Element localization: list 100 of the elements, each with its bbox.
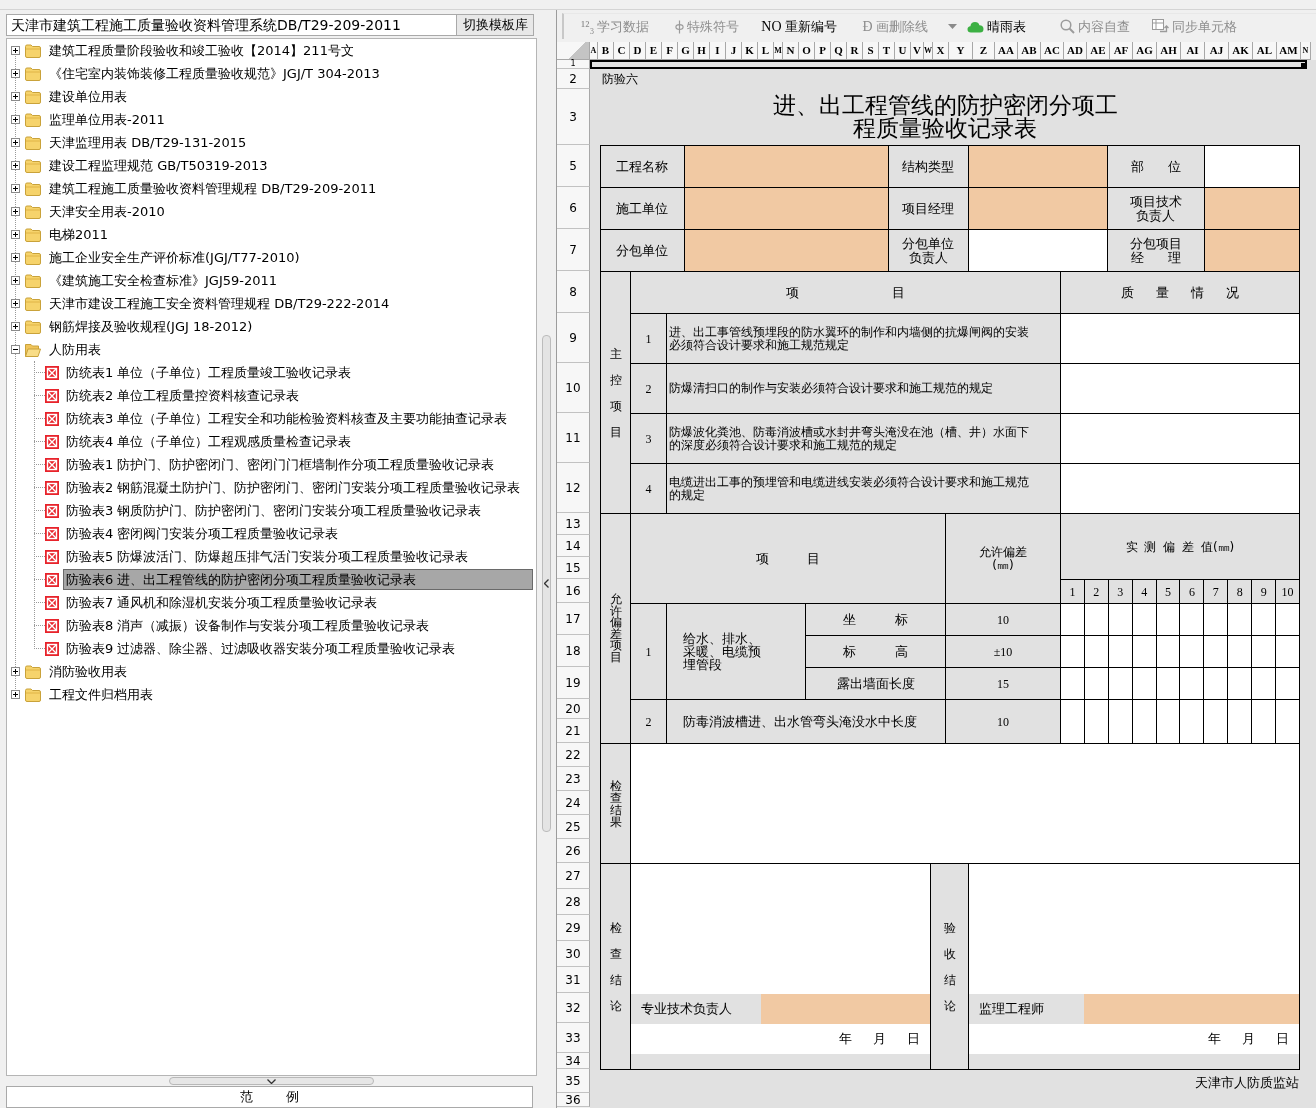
column-header[interactable]: Y bbox=[949, 42, 973, 60]
column-header[interactable]: K bbox=[742, 42, 758, 60]
tree-item[interactable]: 防统表2 单位工程质量控资料核查记录表 bbox=[63, 385, 303, 406]
row-header[interactable]: 26 bbox=[557, 839, 590, 863]
column-header[interactable]: G bbox=[678, 42, 694, 60]
tree-item[interactable]: 防验表5 防爆波活门、防爆超压排气活门安装分项工程质量验收记录表 bbox=[63, 546, 472, 567]
input-cell[interactable] bbox=[1205, 230, 1300, 272]
tree-item[interactable]: 建设工程监理规范 GB/T50319-2013 bbox=[46, 155, 271, 176]
splitter-handle[interactable] bbox=[169, 1077, 374, 1085]
tree-item[interactable]: 防验表4 密闭阀门安装分项工程质量验收记录表 bbox=[63, 523, 342, 544]
measurement-field[interactable] bbox=[1061, 668, 1085, 700]
measurement-field[interactable] bbox=[1180, 604, 1205, 636]
expand-icon[interactable] bbox=[11, 69, 20, 78]
row-header[interactable]: 19 bbox=[557, 667, 590, 699]
row-header[interactable]: 29 bbox=[557, 915, 590, 941]
expand-icon[interactable] bbox=[11, 184, 20, 193]
column-header[interactable]: AI bbox=[1181, 42, 1205, 60]
measurement-field[interactable] bbox=[1204, 636, 1229, 668]
switch-template-button[interactable]: 切换模板库 bbox=[457, 14, 534, 36]
tree-item[interactable]: 建筑工程质量阶段验收和竣工验收【2014】211号文 bbox=[46, 40, 357, 61]
column-header[interactable]: O bbox=[799, 42, 815, 60]
column-header[interactable]: E bbox=[646, 42, 662, 60]
measurement-field[interactable] bbox=[1180, 668, 1205, 700]
row-header[interactable]: 13 bbox=[557, 513, 590, 535]
column-header[interactable]: AG bbox=[1133, 42, 1157, 60]
measurement-field[interactable] bbox=[1204, 700, 1229, 744]
expand-icon[interactable] bbox=[11, 690, 20, 699]
row-header[interactable]: 31 bbox=[557, 967, 590, 993]
toolbar-button[interactable]: NO 重新编号 bbox=[758, 15, 840, 38]
column-header[interactable]: I bbox=[710, 42, 726, 60]
conclusion-field[interactable] bbox=[631, 864, 931, 994]
expand-icon[interactable] bbox=[11, 161, 20, 170]
tree-item[interactable]: 钢筋焊接及验收规程(JGJ 18-2012) bbox=[46, 316, 256, 337]
column-header[interactable]: Q bbox=[831, 42, 847, 60]
input-cell[interactable] bbox=[1061, 364, 1300, 414]
row-header[interactable]: 28 bbox=[557, 889, 590, 915]
input-cell[interactable] bbox=[1205, 146, 1300, 188]
column-header[interactable]: AM bbox=[1277, 42, 1301, 60]
input-cell[interactable] bbox=[969, 188, 1108, 230]
row-header[interactable]: 3 bbox=[557, 89, 590, 145]
column-header[interactable]: X bbox=[933, 42, 949, 60]
measurement-field[interactable] bbox=[1108, 604, 1133, 636]
row-header[interactable]: 16 bbox=[557, 579, 590, 603]
tree-item[interactable]: 建筑工程施工质量验收资料管理规程 DB/T29-209-2011 bbox=[46, 178, 380, 199]
signature-field[interactable] bbox=[761, 994, 931, 1024]
measurement-field[interactable] bbox=[1084, 604, 1109, 636]
tree-item[interactable]: 天津市建设工程施工安全资料管理规程 DB/T29-222-2014 bbox=[46, 293, 393, 314]
row-header[interactable]: 11 bbox=[557, 413, 590, 463]
tree-item[interactable]: 监理单位用表-2011 bbox=[46, 109, 168, 130]
row-header[interactable]: 36 bbox=[557, 1093, 590, 1107]
measurement-field[interactable] bbox=[1252, 636, 1277, 668]
row-header[interactable]: 5 bbox=[557, 145, 590, 187]
expand-icon[interactable] bbox=[11, 115, 20, 124]
input-cell[interactable] bbox=[1061, 314, 1300, 364]
tree-item[interactable]: 电梯2011 bbox=[46, 224, 112, 245]
toolbar-button[interactable]: 晴雨表 bbox=[963, 15, 1029, 38]
measurement-field[interactable] bbox=[1228, 604, 1253, 636]
measurement-field[interactable] bbox=[1252, 604, 1277, 636]
row-header[interactable]: 32 bbox=[557, 993, 590, 1023]
tree-item[interactable]: 防验表3 钢质防护门、防护密闭门、密闭门安装分项工程质量验收记录表 bbox=[63, 500, 485, 521]
measurement-field[interactable] bbox=[1156, 604, 1181, 636]
tree-item[interactable]: 防验表6 进、出工程管线的防护密闭分项工程质量验收记录表 bbox=[63, 569, 533, 590]
measurement-field[interactable] bbox=[1132, 668, 1157, 700]
column-header[interactable]: D bbox=[630, 42, 646, 60]
row-header[interactable]: 6 bbox=[557, 187, 590, 229]
input-cell[interactable] bbox=[685, 146, 889, 188]
column-header[interactable]: V bbox=[911, 42, 924, 60]
column-header[interactable]: T bbox=[879, 42, 895, 60]
measurement-field[interactable] bbox=[1132, 604, 1157, 636]
column-header[interactable]: AD bbox=[1064, 42, 1087, 60]
column-header[interactable]: F bbox=[662, 42, 678, 60]
tree-item[interactable]: 防验表9 过滤器、除尘器、过滤吸收器安装分项工程质量验收记录表 bbox=[63, 638, 459, 659]
column-header[interactable]: AA bbox=[995, 42, 1018, 60]
input-cell[interactable] bbox=[969, 146, 1108, 188]
input-cell[interactable] bbox=[685, 230, 889, 272]
measurement-field[interactable] bbox=[1156, 700, 1181, 744]
measurement-field[interactable] bbox=[1204, 604, 1229, 636]
row-header[interactable]: 17 bbox=[557, 603, 590, 635]
expand-icon[interactable] bbox=[11, 322, 20, 331]
column-header[interactable]: L bbox=[758, 42, 774, 60]
expand-icon[interactable] bbox=[11, 299, 20, 308]
tree-item[interactable]: 消防验收用表 bbox=[46, 661, 130, 682]
measurement-field[interactable] bbox=[1132, 636, 1157, 668]
row-header[interactable]: 9 bbox=[557, 313, 590, 363]
row-header[interactable]: 1 bbox=[557, 60, 590, 69]
column-header[interactable]: N bbox=[1301, 42, 1311, 60]
expand-icon[interactable] bbox=[11, 253, 20, 262]
column-header[interactable]: AE bbox=[1087, 42, 1110, 60]
column-header[interactable]: Z bbox=[973, 42, 995, 60]
expand-icon[interactable] bbox=[11, 276, 20, 285]
row-header[interactable]: 24 bbox=[557, 791, 590, 815]
tree-item[interactable]: 施工企业安全生产评价标准(JGJ/T77-2010) bbox=[46, 247, 303, 268]
tree-item[interactable]: 《住宅室内装饰装修工程质量验收规范》JGJ/T 304-2013 bbox=[46, 63, 383, 84]
measurement-field[interactable] bbox=[1084, 636, 1109, 668]
row-header[interactable]: 25 bbox=[557, 815, 590, 839]
measurement-field[interactable] bbox=[1228, 668, 1253, 700]
measurement-field[interactable] bbox=[1156, 636, 1181, 668]
collapse-icon[interactable] bbox=[11, 345, 20, 354]
input-cell[interactable] bbox=[1205, 188, 1300, 230]
measurement-field[interactable] bbox=[1061, 604, 1085, 636]
